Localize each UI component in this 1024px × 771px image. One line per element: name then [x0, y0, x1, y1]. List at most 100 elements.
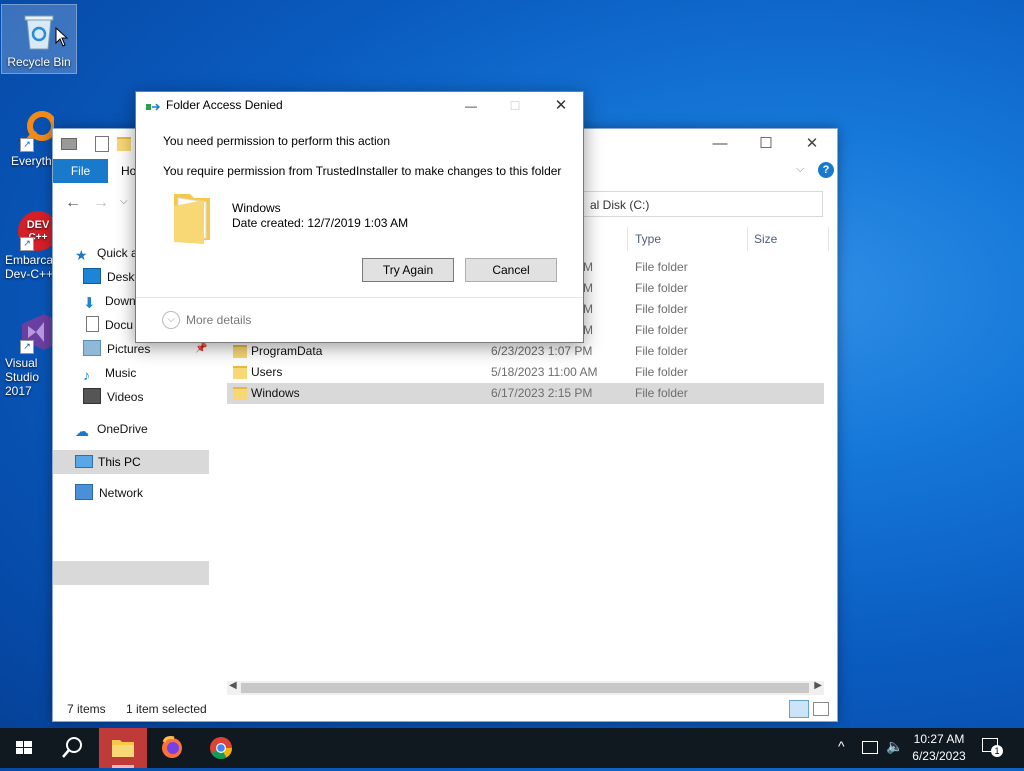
desktop-icon-everything[interactable]: ↗ Everything — [2, 104, 54, 168]
column-header-type[interactable]: Type — [635, 229, 661, 249]
dialog-message: You require permission from TrustedInsta… — [163, 164, 562, 178]
volume-muted-icon[interactable]: 🔈 — [886, 738, 903, 755]
large-icons-view-icon[interactable] — [813, 702, 829, 716]
cancel-button[interactable]: Cancel — [465, 258, 557, 282]
folder-icon — [233, 387, 247, 400]
close-button[interactable]: ✕ — [789, 129, 835, 159]
mouse-pointer-icon — [55, 27, 69, 47]
chevron-down-icon[interactable]: ⌵ — [796, 163, 804, 176]
taskbar-firefox[interactable] — [148, 728, 196, 768]
desktop-icon-label: Embarcadero Dev-C++ — [5, 253, 54, 281]
action-center-button[interactable]: 1 — [982, 738, 1003, 757]
clock-date[interactable]: 6/23/2023 — [906, 749, 972, 763]
everything-icon: ↗ — [14, 108, 54, 152]
folder-access-icon — [146, 101, 161, 111]
svg-text:DEV: DEV — [27, 219, 50, 231]
forward-arrow-icon[interactable]: → — [93, 194, 109, 212]
scroll-right-icon[interactable]: ▶ — [814, 680, 822, 691]
minimize-button[interactable]: — — [456, 94, 486, 118]
download-arrow-icon: ⬇ — [83, 295, 96, 312]
folder-icon — [233, 366, 247, 379]
try-again-button[interactable]: Try Again — [362, 258, 454, 282]
nav-item-music[interactable]: ♪ Music — [83, 362, 136, 384]
notification-count-badge: 1 — [991, 745, 1003, 757]
shortcut-arrow-icon: ↗ — [20, 138, 34, 152]
clock-time[interactable]: 10:27 AM — [906, 732, 972, 746]
taskbar: ^ 🔈 10:27 AM 6/23/2023 1 — [0, 728, 1024, 768]
chevron-down-icon[interactable]: ⌵ — [162, 311, 180, 329]
properties-icon[interactable] — [95, 136, 109, 152]
horizontal-scrollbar[interactable]: ◀ ▶ — [227, 680, 824, 695]
maximize-button: ☐ — [509, 99, 521, 113]
start-button[interactable] — [0, 728, 48, 768]
nav-selection-highlight — [53, 561, 209, 585]
document-icon — [86, 316, 99, 332]
new-folder-icon[interactable] — [117, 137, 131, 151]
table-row-selected[interactable]: Windows 6/17/2023 2:15 PM File folder — [227, 383, 824, 404]
nav-item-network[interactable]: Network — [75, 482, 143, 504]
taskbar-chrome[interactable] — [197, 728, 245, 768]
network-icon — [75, 484, 93, 500]
scroll-left-icon[interactable]: ◀ — [229, 680, 237, 691]
minimize-button[interactable]: — — [697, 129, 743, 159]
back-arrow-icon[interactable]: ← — [65, 194, 81, 212]
dev-cpp-icon: DEV C++ ↗ — [14, 207, 54, 251]
file-explorer-icon — [112, 740, 134, 768]
folder-access-denied-dialog: Folder Access Denied — ☐ ✕ You need perm… — [135, 91, 584, 343]
column-divider[interactable] — [828, 227, 829, 251]
nav-item-quick-access[interactable]: ★ Quick a — [75, 242, 138, 264]
address-bar[interactable]: al Disk (C:) — [581, 191, 823, 217]
folder-icon — [233, 345, 247, 358]
desktop-folder-icon — [83, 268, 101, 284]
shortcut-arrow-icon: ↗ — [20, 340, 34, 354]
nav-item-this-pc-row[interactable]: This PC — [53, 450, 209, 474]
pictures-icon — [83, 340, 101, 356]
table-row[interactable]: ProgramData 6/23/2023 1:07 PM File folde… — [227, 341, 824, 362]
nav-item-downloads[interactable]: ⬇ Down — [83, 290, 136, 312]
network-tray-icon[interactable] — [862, 741, 878, 754]
dialog-title: Folder Access Denied — [166, 98, 283, 112]
desktop-icon-label: Visual Studio 2017 — [5, 356, 40, 398]
drive-icon — [61, 138, 77, 150]
table-row[interactable]: Users 5/18/2023 11:00 AM File folder — [227, 362, 824, 383]
desktop-icon-label: Everything — [11, 154, 54, 168]
shortcut-arrow-icon: ↗ — [20, 237, 34, 251]
dialog-footer: ⌵ More details — [136, 297, 583, 343]
recent-locations-chevron-icon[interactable]: ⌵ — [120, 196, 128, 207]
nav-item-desktop[interactable]: Deskt — [83, 266, 138, 288]
windows-logo-icon — [16, 741, 32, 754]
nav-item-label: This PC — [98, 455, 141, 469]
more-details-link[interactable]: More details — [186, 313, 251, 327]
desktop-icon-label: Recycle Bin — [7, 55, 71, 69]
scrollbar-thumb[interactable] — [241, 683, 809, 693]
status-bar: 7 items 1 item selected — [53, 697, 837, 721]
help-icon[interactable]: ? — [818, 162, 834, 178]
desktop-icon-dev-cpp[interactable]: DEV C++ ↗ Embarcadero Dev-C++ — [2, 203, 54, 281]
folder-date-created: Date created: 12/7/2019 1:03 AM — [232, 216, 409, 230]
nav-item-documents[interactable]: Docu — [83, 314, 133, 336]
cloud-icon: ☁ — [75, 423, 89, 439]
star-icon: ★ — [75, 247, 88, 263]
column-header-size[interactable]: Size — [754, 229, 777, 249]
search-icon — [62, 737, 82, 758]
column-divider[interactable] — [627, 227, 628, 251]
item-count: 7 items — [67, 702, 106, 716]
firefox-icon — [162, 736, 182, 758]
column-divider[interactable] — [747, 227, 748, 251]
nav-item-onedrive[interactable]: ☁ OneDrive — [75, 418, 148, 440]
music-note-icon: ♪ — [83, 367, 90, 383]
show-hidden-icons-chevron-icon[interactable]: ^ — [838, 738, 845, 754]
desktop-icon-visual-studio[interactable]: ↗ Visual Studio 2017 — [2, 306, 54, 398]
visual-studio-icon: ↗ — [14, 310, 54, 354]
chrome-icon — [210, 737, 232, 759]
nav-item-videos[interactable]: Videos — [83, 386, 143, 408]
file-tab[interactable]: File — [53, 159, 108, 183]
maximize-button[interactable]: ☐ — [743, 129, 789, 159]
details-view-icon[interactable] — [789, 700, 809, 718]
search-button[interactable] — [48, 728, 96, 768]
video-film-icon — [83, 388, 101, 404]
large-folder-icon — [170, 188, 216, 247]
taskbar-file-explorer[interactable] — [99, 728, 147, 768]
selection-count: 1 item selected — [126, 702, 207, 716]
close-button[interactable]: ✕ — [546, 94, 576, 118]
